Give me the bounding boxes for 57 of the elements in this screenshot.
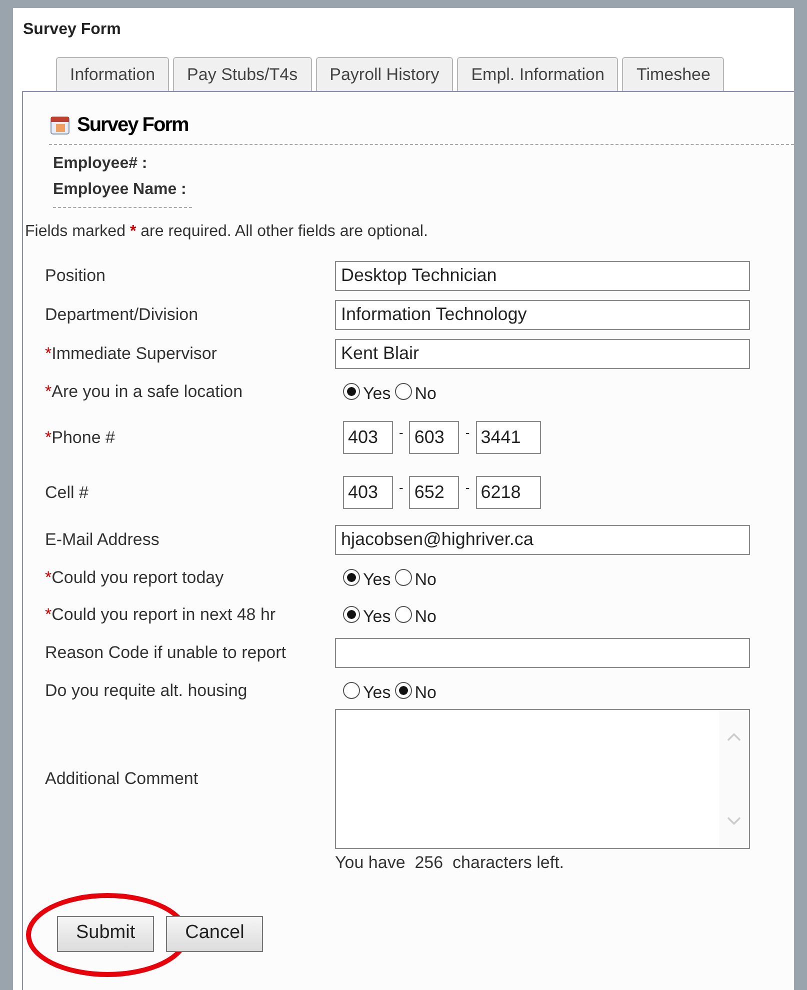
- radio-button[interactable]: [394, 682, 412, 699]
- radio-label: Yes: [363, 568, 391, 591]
- radio-button[interactable]: [394, 606, 412, 623]
- form-button[interactable]: Submit: [57, 916, 154, 952]
- employee-label: Employee# :: [53, 154, 148, 174]
- tab[interactable]: Information: [56, 57, 170, 91]
- employee-label: Employee Name :: [53, 180, 188, 200]
- text-field[interactable]: Information Technology: [335, 300, 750, 330]
- separator: -: [465, 478, 470, 497]
- tab[interactable]: Empl. Information: [457, 57, 618, 91]
- field-label: *Are you in a safe location: [45, 382, 243, 400]
- phone-field[interactable]: 403: [343, 421, 393, 454]
- field-label: Reason Code if unable to report: [45, 642, 286, 662]
- calendar-icon: [49, 114, 71, 136]
- text-field[interactable]: hjacobsen@highriver.ca: [335, 524, 750, 554]
- separator: -: [399, 478, 404, 497]
- phone-field[interactable]: 652: [409, 476, 460, 509]
- phone-field[interactable]: 6218: [476, 476, 541, 509]
- field-label: *Immediate Supervisor: [45, 344, 217, 362]
- radio-label: No: [414, 382, 436, 405]
- text-field[interactable]: Kent Blair: [335, 338, 750, 368]
- radio-button[interactable]: [343, 682, 360, 699]
- form-button[interactable]: Cancel: [166, 916, 264, 952]
- radio-button[interactable]: [394, 383, 412, 400]
- tab[interactable]: Pay Stubs/T4s: [173, 57, 312, 91]
- panel-title: Survey Form: [77, 113, 188, 138]
- field-label: E-Mail Address: [45, 530, 160, 548]
- required-notice: Fields marked * are required. All other fields are optional.: [25, 222, 429, 242]
- radio-button[interactable]: [343, 383, 360, 400]
- phone-field[interactable]: 3441: [476, 421, 541, 454]
- field-label: Position: [45, 266, 106, 284]
- radio-button[interactable]: [343, 606, 360, 623]
- window-title: Survey Form: [23, 20, 122, 40]
- tab[interactable]: Timeshee: [622, 57, 724, 91]
- phone-field[interactable]: 603: [409, 421, 460, 454]
- radio-label: No: [414, 606, 436, 628]
- separator: -: [399, 424, 404, 442]
- field-label: Cell #: [45, 482, 88, 502]
- separator: -: [465, 424, 470, 442]
- field-label: Do you requite alt. housing: [45, 680, 248, 700]
- characters-left-text: You have 256 characters left.: [335, 852, 566, 874]
- radio-button[interactable]: [394, 569, 412, 586]
- text-field[interactable]: Desktop Technician: [335, 260, 750, 290]
- field-label: *Could you report in next 48 hr: [45, 604, 276, 624]
- tab[interactable]: Payroll History: [316, 57, 454, 91]
- text-field[interactable]: [335, 638, 750, 668]
- field-label: Additional Comment: [45, 768, 198, 790]
- field-label: Department/Division: [45, 304, 198, 324]
- field-label: *Could you report today: [45, 568, 224, 586]
- radio-label: Yes: [363, 382, 391, 405]
- radio-button[interactable]: [343, 569, 360, 586]
- radio-label: No: [414, 568, 436, 591]
- field-label: *Phone #: [45, 428, 115, 446]
- radio-label: Yes: [363, 682, 391, 704]
- radio-label: Yes: [363, 606, 391, 628]
- radio-label: No: [414, 682, 436, 704]
- phone-field[interactable]: 403: [343, 476, 393, 509]
